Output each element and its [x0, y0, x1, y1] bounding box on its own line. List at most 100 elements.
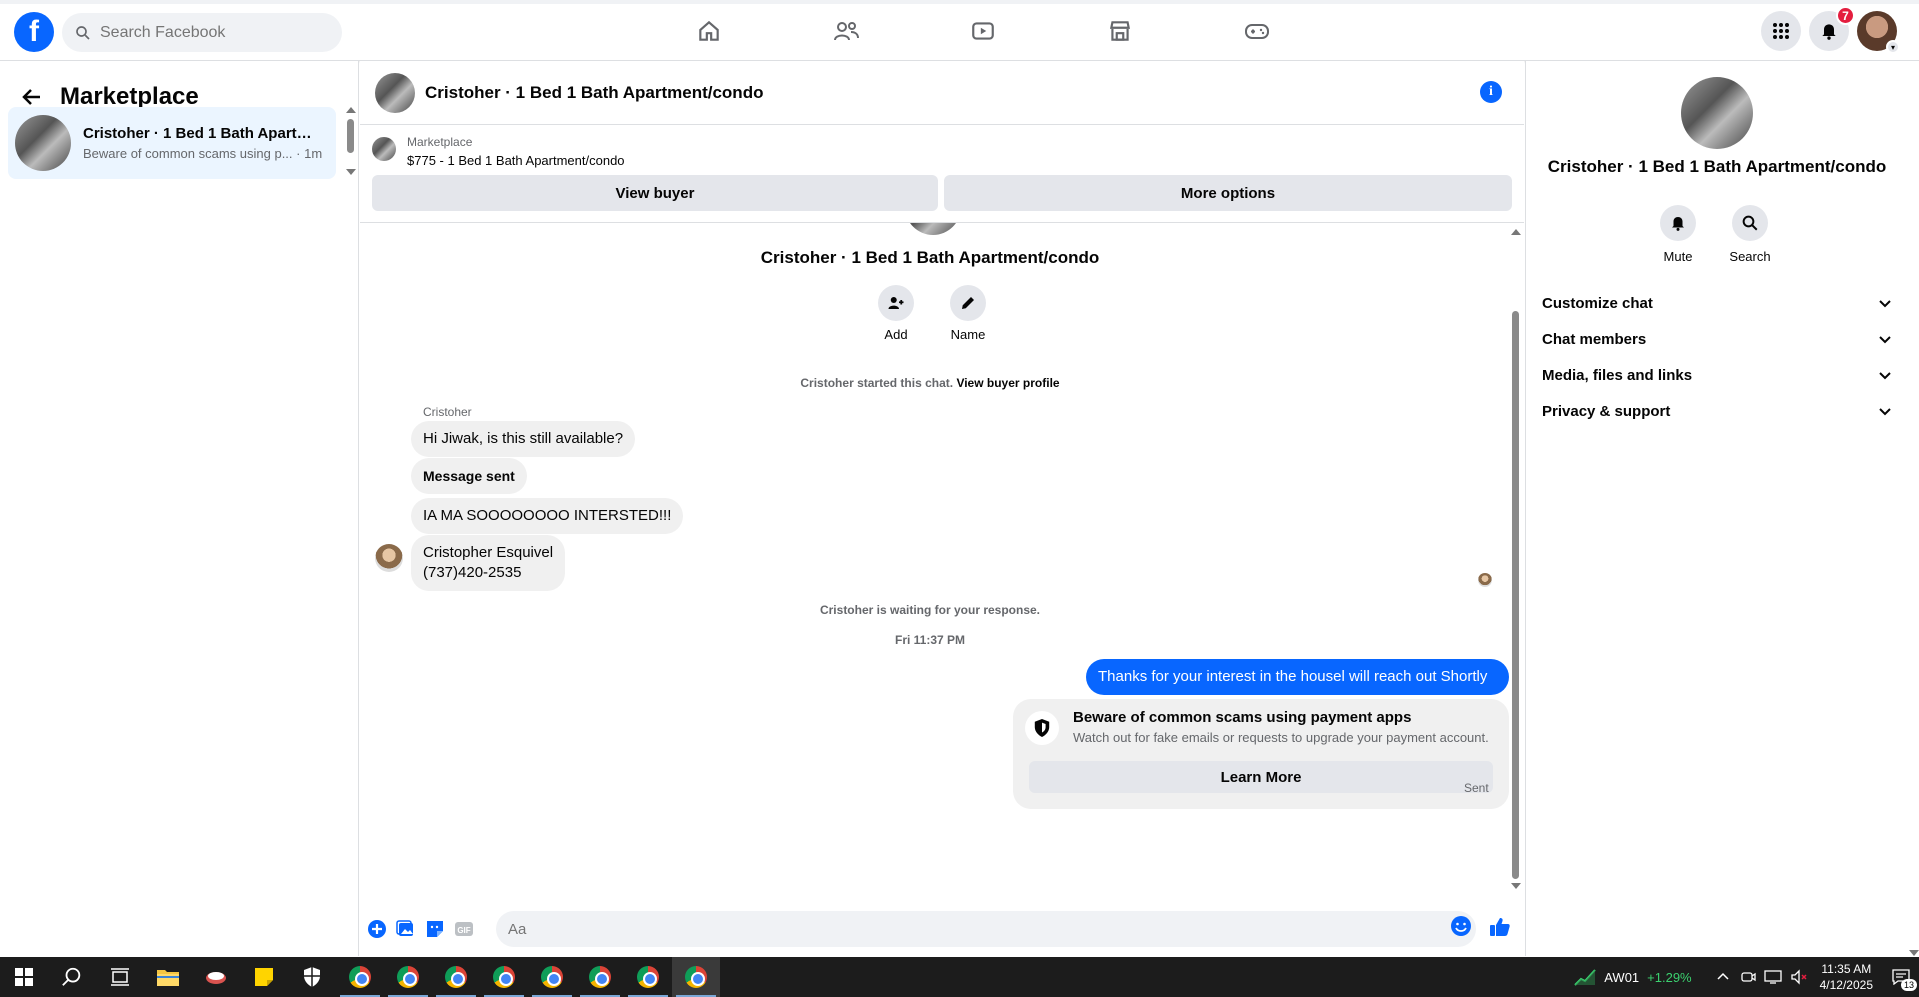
video-icon	[971, 22, 994, 40]
like-button[interactable]	[1488, 915, 1512, 944]
search-input[interactable]	[100, 23, 300, 42]
folder-icon	[157, 970, 179, 986]
clock-date: 4/12/2025	[1819, 978, 1873, 992]
gif-button[interactable]: GIF	[452, 917, 476, 941]
thumbs-up-icon	[1490, 918, 1510, 936]
privacy-support-section[interactable]: Privacy & support	[1542, 393, 1892, 429]
add-person-button[interactable]: Add	[878, 285, 914, 342]
windows-logo-icon	[15, 968, 33, 986]
notification-center-button[interactable]: 13	[1883, 957, 1919, 997]
more-actions-button[interactable]	[365, 917, 389, 941]
name-label: Name	[950, 327, 986, 342]
chat-hero-avatar	[905, 223, 961, 235]
notifications-button[interactable]: 7	[1809, 6, 1855, 51]
start-button[interactable]	[0, 957, 48, 997]
network-icon[interactable]	[1763, 969, 1782, 985]
learn-more-button[interactable]: Learn More	[1029, 761, 1493, 793]
sender-name: Cristoher	[423, 405, 472, 419]
media-files-links-section[interactable]: Media, files and links	[1542, 357, 1892, 393]
view-buyer-button[interactable]: View buyer	[372, 175, 938, 211]
tab-friends[interactable]	[777, 8, 914, 54]
outgoing-message[interactable]: Thanks for your interest in the housel w…	[1086, 659, 1509, 695]
back-arrow-icon[interactable]	[20, 85, 44, 109]
stock-widget[interactable]: AW01 +1.29%	[1574, 968, 1692, 986]
chevron-up-icon[interactable]	[1716, 970, 1730, 984]
tab-marketplace[interactable]	[1051, 8, 1188, 54]
name-chat-button[interactable]: Name	[950, 285, 986, 342]
scroll-down-arrow[interactable]	[1909, 950, 1919, 956]
chat-panel: Cristoher · 1 Bed 1 Bath Apartment/condo…	[360, 61, 1524, 956]
menu-button[interactable]	[1761, 11, 1801, 51]
file-explorer-button[interactable]	[144, 957, 192, 997]
sticky-notes-button[interactable]	[240, 957, 288, 997]
system-tray: AW01 +1.29% 11:35 AM 4/12/2025 13	[1574, 957, 1919, 997]
volume-muted-icon[interactable]	[1790, 969, 1808, 985]
chrome-window-button[interactable]	[576, 957, 624, 997]
incoming-message[interactable]: Message sent	[411, 458, 527, 494]
task-view-button[interactable]	[96, 957, 144, 997]
marketplace-label: Marketplace	[407, 135, 473, 149]
details-avatar[interactable]	[1681, 77, 1753, 149]
scroll-down-arrow[interactable]	[1511, 883, 1521, 889]
chrome-window-button[interactable]	[528, 957, 576, 997]
gif-icon: GIF	[455, 922, 473, 936]
chrome-window-button[interactable]	[624, 957, 672, 997]
sticker-button[interactable]	[423, 917, 447, 941]
tab-gaming[interactable]	[1188, 8, 1325, 54]
chat-hero-actions: Add Name	[878, 285, 986, 342]
mute-button[interactable]: Mute	[1660, 205, 1696, 264]
sender-avatar[interactable]	[375, 544, 403, 572]
chevron-down-icon: ▾	[1886, 40, 1900, 54]
chrome-window-button[interactable]	[480, 957, 528, 997]
chrome-window-button[interactable]	[432, 957, 480, 997]
chat-hero-name: Cristoher · 1 Bed 1 Bath Apartment/condo	[760, 248, 1100, 267]
app-button[interactable]	[192, 957, 240, 997]
chat-title[interactable]: Cristoher · 1 Bed 1 Bath Apartment/condo	[425, 83, 763, 103]
search-in-chat-button[interactable]: Search	[1729, 205, 1771, 264]
customize-chat-section[interactable]: Customize chat	[1542, 285, 1892, 321]
plus-circle-icon	[368, 920, 386, 938]
details-scrollbar[interactable]	[1907, 61, 1919, 956]
message-input-wrapper[interactable]	[496, 911, 1476, 947]
system-clock[interactable]: 11:35 AM 4/12/2025	[1820, 961, 1873, 993]
sidebar-scrollbar[interactable]	[344, 107, 358, 177]
chrome-window-button[interactable]	[384, 957, 432, 997]
facebook-logo[interactable]: f	[14, 12, 54, 52]
chat-scrollbar[interactable]	[1509, 223, 1523, 895]
scroll-thumb[interactable]	[1512, 311, 1519, 879]
top-navigation-bar: f 7 ▾	[0, 0, 1919, 61]
incoming-message[interactable]: Hi Jiwak, is this still available?	[411, 421, 636, 457]
emoji-button[interactable]	[1450, 915, 1472, 942]
tab-home[interactable]	[640, 8, 777, 54]
scroll-up-arrow[interactable]	[346, 107, 356, 113]
profile-avatar[interactable]: ▾	[1857, 11, 1900, 54]
conversation-item[interactable]: Cristoher · 1 Bed 1 Bath Apartme... Bewa…	[8, 107, 336, 179]
chat-members-section[interactable]: Chat members	[1542, 321, 1892, 357]
chrome-icon	[589, 966, 611, 988]
chat-avatar[interactable]	[375, 72, 415, 113]
contact-name-line: Cristopher Esquivel	[423, 544, 554, 561]
message-input[interactable]	[508, 920, 1408, 938]
listing-title[interactable]: $775 - 1 Bed 1 Bath Apartment/condo	[407, 153, 625, 168]
listing-thumbnail	[15, 115, 71, 171]
taskbar-search-button[interactable]	[48, 957, 96, 997]
scroll-up-arrow[interactable]	[1511, 229, 1521, 235]
stock-chart-icon	[1574, 969, 1596, 986]
incoming-message[interactable]: Cristopher Esquivel (737)420-2535	[411, 535, 566, 591]
sticky-notes-icon	[255, 968, 273, 986]
search-bar[interactable]	[62, 13, 342, 52]
scroll-thumb[interactable]	[347, 119, 354, 153]
section-label: Privacy & support	[1542, 402, 1671, 420]
security-button[interactable]	[288, 957, 336, 997]
home-icon	[698, 20, 719, 41]
view-buyer-profile-link[interactable]: View buyer profile	[956, 376, 1059, 390]
incoming-message[interactable]: IA MA SOOOOOOOO INTERSTED!!!	[411, 498, 684, 534]
tab-video[interactable]	[914, 8, 1051, 54]
info-icon[interactable]: i	[1480, 81, 1502, 103]
meet-now-icon[interactable]	[1740, 969, 1756, 985]
chrome-window-button[interactable]	[336, 957, 384, 997]
more-options-button[interactable]: More options	[944, 175, 1512, 211]
chrome-window-button[interactable]	[672, 957, 720, 997]
attach-photo-button[interactable]	[394, 917, 418, 941]
scroll-down-arrow[interactable]	[346, 169, 356, 175]
